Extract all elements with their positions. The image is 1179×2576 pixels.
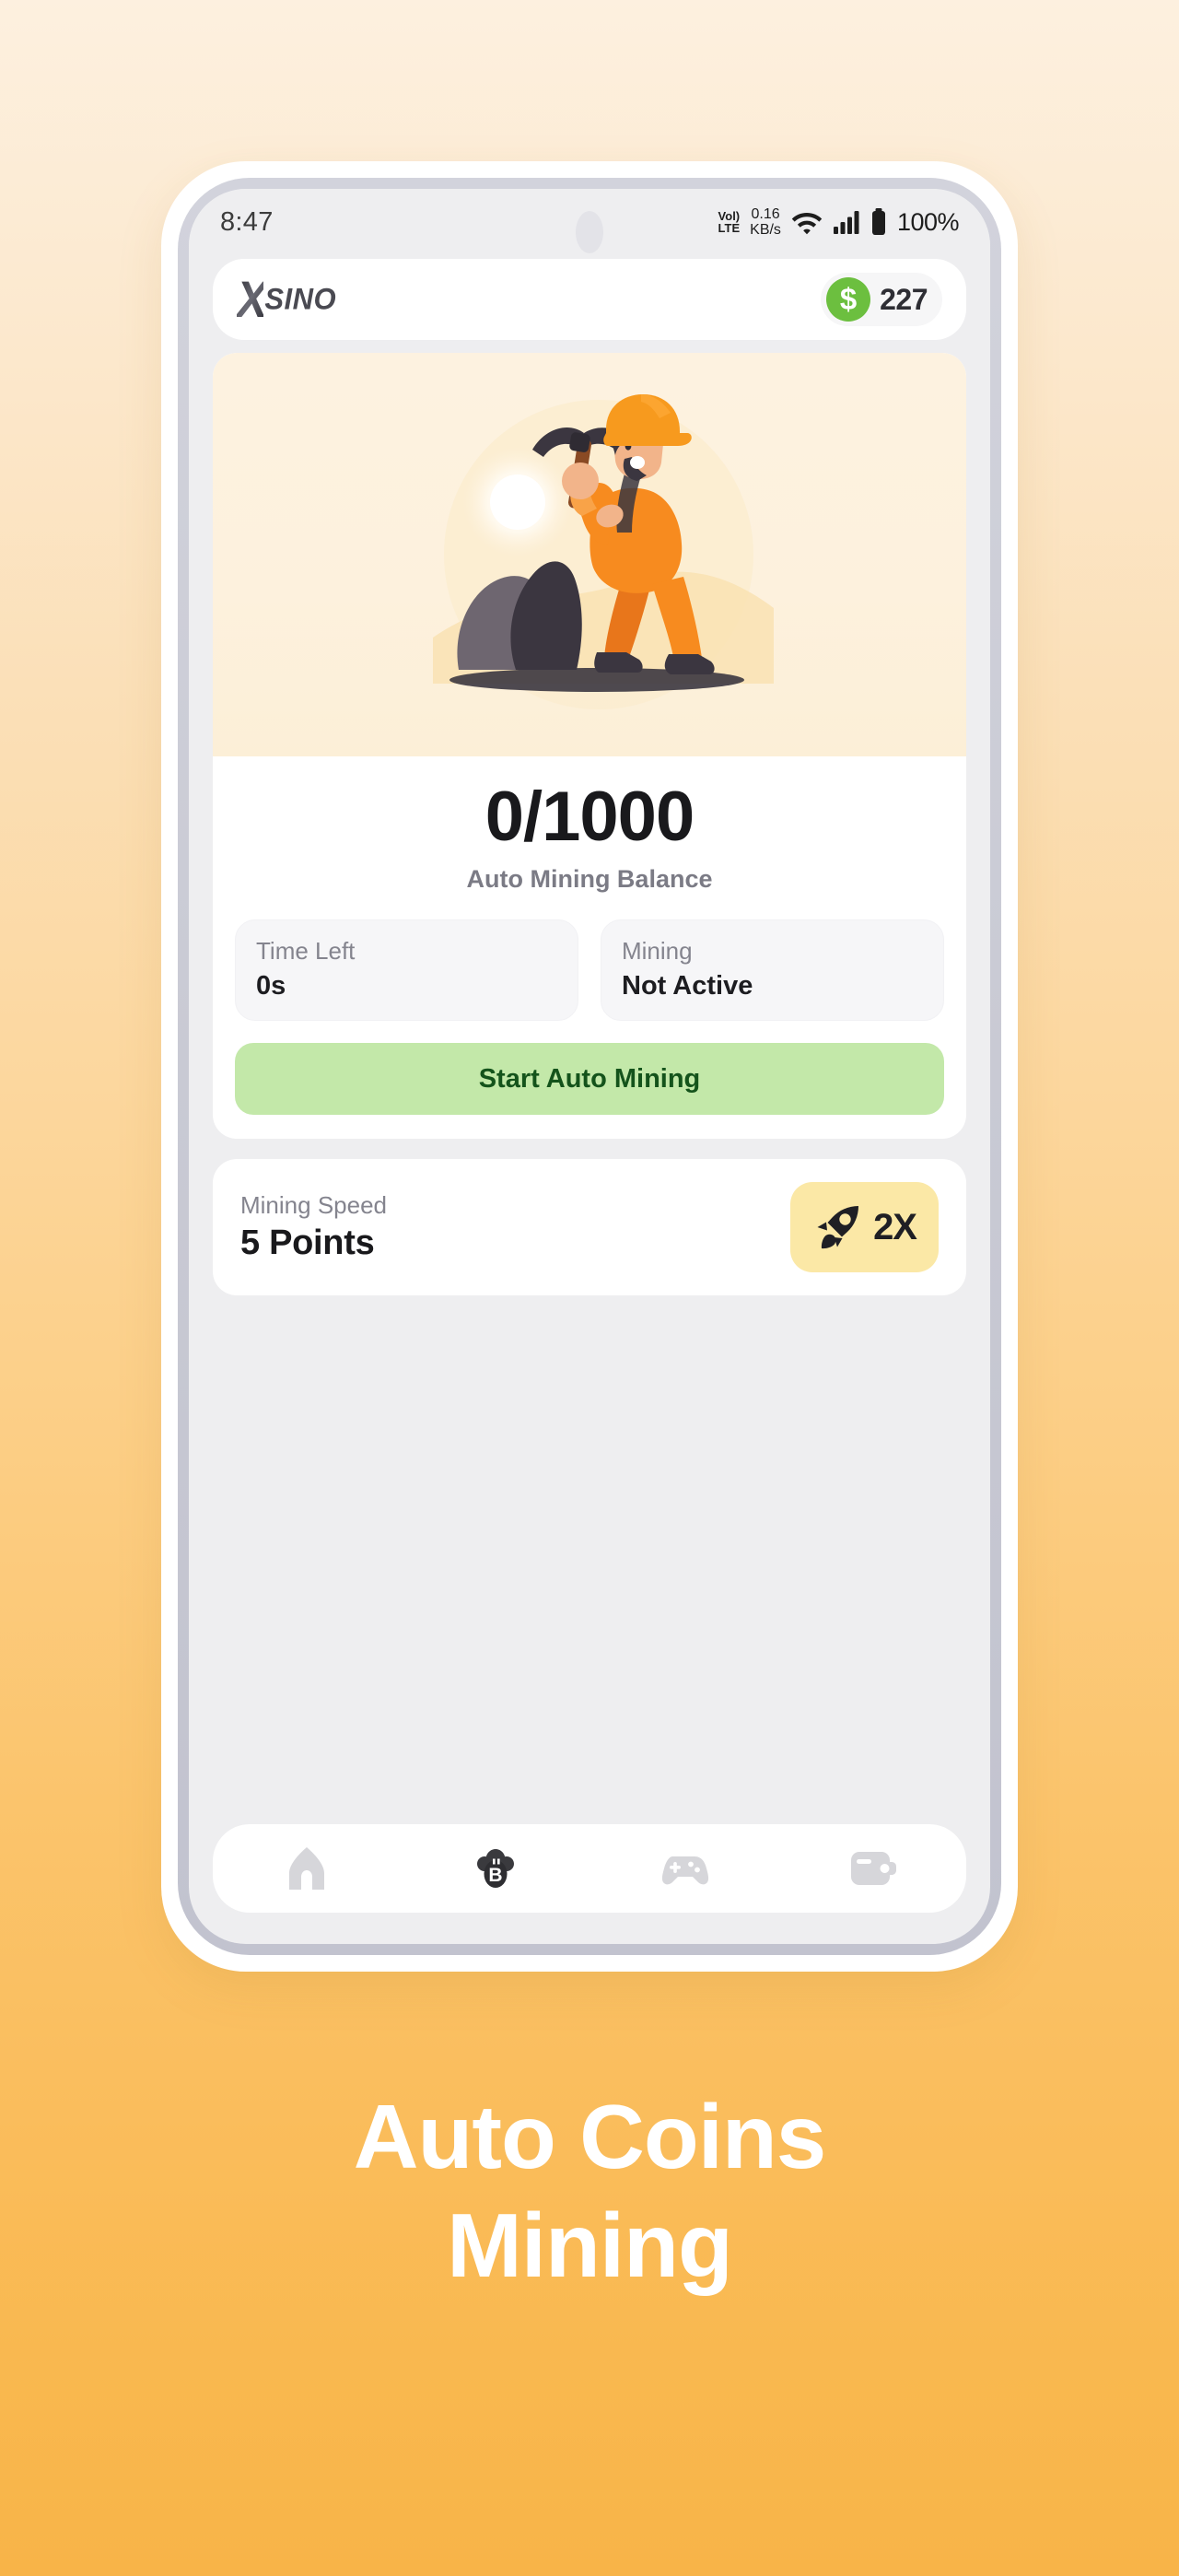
battery-full-icon [870,208,887,236]
coin-balance-value: 227 [880,282,928,316]
phone-mockup: 8:47 Vol) LTE 0.16 KB/s 100% X SINO $ 22… [161,161,1018,1972]
rocket-icon [812,1202,862,1252]
nav-item-cloud-mining[interactable]: B [402,1824,590,1913]
cloud-mining-bitcoin-icon: B [469,1842,522,1895]
svg-text:B: B [488,1865,502,1886]
caption-line-2: Mining [447,2195,733,2296]
stat-value: 0s [256,971,286,1001]
status-time: 8:47 [220,206,274,237]
front-camera-punch-hole [576,211,603,253]
auto-mining-card: 0/1000 Auto Mining Balance Time Left 0s … [213,353,966,1139]
miner-illustration-panel [213,353,966,756]
network-speed-indicator: 0.16 KB/s [750,206,781,238]
coin-balance-chip[interactable]: $ 227 [821,273,942,326]
battery-percent: 100% [896,207,960,236]
phone-screen: 8:47 Vol) LTE 0.16 KB/s 100% X SINO $ 22… [189,189,990,1944]
dollar-coin-icon: $ [826,277,871,322]
cellular-signal-icon [833,209,860,235]
mining-speed-label: Mining Speed [240,1191,387,1219]
auto-mining-balance-block: 0/1000 Auto Mining Balance [213,756,966,899]
promo-caption: Auto Coins Mining [0,2082,1179,2300]
start-auto-mining-button[interactable]: Start Auto Mining [235,1043,944,1115]
logo-x-mark: X [237,270,267,329]
wifi-icon [791,209,823,235]
app-content: 0/1000 Auto Mining Balance Time Left 0s … [189,340,990,1824]
gamepad-icon [657,1846,710,1891]
logo-wordmark: SINO [264,282,337,316]
boost-multiplier-value: 2X [873,1206,917,1247]
mining-speed-card: Mining Speed 5 Points 2X [213,1159,966,1295]
wallet-icon [846,1846,899,1891]
app-logo[interactable]: X SINO [237,270,337,329]
network-speed-value: 0.16 [751,206,780,222]
mining-stats-row: Time Left 0s Mining Not Active [213,899,966,1021]
status-bar: 8:47 Vol) LTE 0.16 KB/s 100% [189,189,990,255]
volte-bottom-text: LTE [718,221,741,235]
mining-speed-text-group: Mining Speed 5 Points [240,1191,387,1263]
auto-mining-balance-label: Auto Mining Balance [466,865,713,893]
boost-multiplier-badge[interactable]: 2X [790,1182,939,1272]
mining-speed-value: 5 Points [240,1224,375,1262]
volte-icon: Vol) LTE [718,210,741,234]
miner-with-pickaxe-illustration [433,394,774,709]
stat-label: Mining [622,937,693,965]
caption-line-1: Auto Coins [353,2086,827,2187]
home-icon [282,1844,332,1893]
stat-time-left: Time Left 0s [235,919,578,1021]
stat-label: Time Left [256,937,356,965]
app-header-bar: X SINO $ 227 [213,259,966,340]
nav-item-home[interactable] [213,1824,402,1913]
network-speed-unit: KB/s [750,222,781,238]
nav-item-games[interactable] [590,1824,778,1913]
status-icons: Vol) LTE 0.16 KB/s 100% [718,206,960,238]
start-auto-mining-label: Start Auto Mining [478,1063,701,1094]
stat-value: Not Active [622,971,753,1001]
auto-mining-balance-value: 0/1000 [484,778,695,856]
bottom-navigation-bar: B [213,1824,966,1913]
stat-mining-status: Mining Not Active [601,919,944,1021]
nav-item-wallet[interactable] [778,1824,967,1913]
